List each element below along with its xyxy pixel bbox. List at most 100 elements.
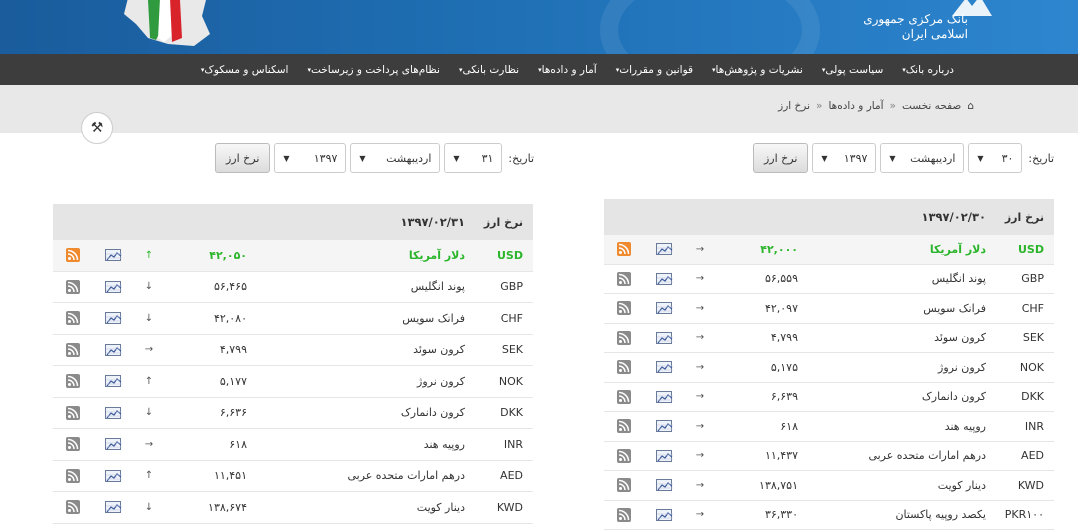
chart-cell [93, 470, 133, 482]
rate-value: ۴۲,۰۰۰ [716, 243, 808, 256]
exchange-rate-table-30: نرخ ارز۱۳۹۷/۰۲/۳۰USDدلار آمریکا۴۲,۰۰۰→GB… [604, 199, 1054, 530]
month-select[interactable]: اردیبهشت▼ [880, 143, 964, 173]
chart-icon[interactable] [656, 273, 672, 285]
trend-arrow-icon: ↑ [133, 376, 165, 387]
rss-icon[interactable] [617, 331, 631, 345]
rss-icon[interactable] [617, 301, 631, 315]
chart-icon[interactable] [656, 450, 672, 462]
chart-cell [644, 243, 684, 255]
rss-icon[interactable] [617, 508, 631, 522]
rss-cell [53, 469, 93, 483]
rss-cell [604, 419, 644, 433]
nav-item[interactable]: نظارت بانکی▾ [448, 64, 527, 76]
currency-name: کرون سوئد [341, 343, 471, 356]
rss-icon[interactable] [66, 406, 80, 420]
chart-icon[interactable] [105, 470, 121, 482]
month-select[interactable]: اردیبهشت▼ [350, 143, 440, 173]
trend-arrow-icon: → [684, 303, 716, 314]
rss-icon[interactable] [66, 280, 80, 294]
chart-icon[interactable] [656, 361, 672, 373]
currency-name: درهم امارات متحده عربی [862, 449, 992, 462]
date-label: تاریخ: [1028, 152, 1054, 165]
currency-code: DKK [992, 390, 1054, 403]
rss-icon[interactable] [66, 437, 80, 451]
chart-cell [644, 361, 684, 373]
nav-item[interactable]: قوانین و مقررات▾ [605, 64, 701, 76]
chart-icon[interactable] [105, 438, 121, 450]
trend-arrow-icon: → [133, 344, 165, 355]
rss-icon[interactable] [617, 272, 631, 286]
rate-submit-button[interactable]: نرخ ارز [215, 143, 270, 173]
year-select[interactable]: ۱۳۹۷▼ [274, 143, 346, 173]
nav-item[interactable]: اسکناس و مسکوک▾ [190, 64, 297, 76]
iran-map-flag-logo [98, 0, 258, 52]
chart-cell [93, 312, 133, 324]
nav-item[interactable]: آمار و داده‌ها▾ [527, 64, 605, 76]
bank-name: بانک مرکزی جمهوری اسلامی ایران [863, 12, 968, 42]
day-select[interactable]: ۳۱▼ [444, 143, 502, 173]
trend-arrow-icon: → [684, 273, 716, 284]
trend-arrow-icon: → [684, 480, 716, 491]
nav-item[interactable]: سیاست پولی▾ [811, 64, 891, 76]
chart-icon[interactable] [656, 420, 672, 432]
rss-icon[interactable] [617, 419, 631, 433]
chart-cell [93, 249, 133, 261]
currency-code: INR [471, 438, 533, 451]
rss-cell [604, 242, 644, 256]
trend-arrow-icon: → [684, 421, 716, 432]
rss-cell [53, 406, 93, 420]
rss-icon[interactable] [617, 478, 631, 492]
rss-icon[interactable] [66, 311, 80, 325]
home-icon[interactable]: ⌂ [967, 100, 974, 112]
chart-icon[interactable] [105, 281, 121, 293]
chart-icon[interactable] [656, 479, 672, 491]
currency-name: یکصد روپیه پاکستان [862, 508, 992, 521]
tools-icon[interactable]: ⚒ [81, 112, 113, 144]
chart-icon[interactable] [105, 375, 121, 387]
table-row: AEDدرهم امارات متحده عربی۱۱,۴۳۷→ [604, 442, 1054, 472]
chart-icon[interactable] [656, 302, 672, 314]
rate-value: ۱۱,۴۵۱ [165, 469, 257, 482]
chart-cell [644, 420, 684, 432]
chart-icon[interactable] [105, 407, 121, 419]
chart-icon[interactable] [656, 243, 672, 255]
chart-cell [644, 302, 684, 314]
table-date: ۱۳۹۷/۰۲/۳۱ [400, 215, 471, 229]
rss-icon[interactable] [617, 390, 631, 404]
chart-icon[interactable] [656, 391, 672, 403]
rate-submit-button[interactable]: نرخ ارز [753, 143, 808, 173]
rss-icon[interactable] [617, 360, 631, 374]
rate-value: ۵,۱۷۷ [165, 375, 257, 388]
currency-name: کرون نروژ [341, 375, 471, 388]
rss-icon[interactable] [66, 500, 80, 514]
rss-cell [604, 449, 644, 463]
nav-item[interactable]: درباره بانک▾ [891, 64, 962, 76]
chart-icon[interactable] [656, 332, 672, 344]
chart-icon[interactable] [105, 312, 121, 324]
main-nav: درباره بانک▾سیاست پولی▾نشریات و پژوهش‌ها… [0, 54, 1078, 85]
chart-icon[interactable] [105, 249, 121, 261]
breadcrumb-section[interactable]: آمار و داده‌ها [828, 100, 883, 112]
rss-icon[interactable] [617, 449, 631, 463]
rss-icon[interactable] [66, 343, 80, 357]
bank-name-line1: بانک مرکزی جمهوری [863, 12, 968, 27]
trend-arrow-icon: → [684, 509, 716, 520]
table-row: CHFفرانک سویس۴۲,۰۸۰↓ [53, 303, 533, 335]
breadcrumb-home[interactable]: صفحه نخست [902, 100, 961, 112]
rss-icon[interactable] [66, 469, 80, 483]
chart-icon[interactable] [105, 501, 121, 513]
chart-icon[interactable] [656, 509, 672, 521]
rss-icon[interactable] [617, 242, 631, 256]
year-select[interactable]: ۱۳۹۷▼ [812, 143, 876, 173]
nav-item[interactable]: نشریات و پژوهش‌ها▾ [701, 64, 811, 76]
day-select[interactable]: ۳۰▼ [968, 143, 1022, 173]
rss-cell [604, 272, 644, 286]
rss-icon[interactable] [66, 374, 80, 388]
rss-icon[interactable] [66, 248, 80, 262]
chart-cell [644, 273, 684, 285]
chart-icon[interactable] [105, 344, 121, 356]
nav-item-label: نظارت بانکی [462, 64, 519, 76]
caret-down-icon: ▾ [201, 66, 205, 74]
table-row: SEKکرون سوئد۴,۷۹۹→ [53, 335, 533, 367]
nav-item[interactable]: نظام‌های پرداخت و زیرساخت▾ [296, 64, 447, 76]
